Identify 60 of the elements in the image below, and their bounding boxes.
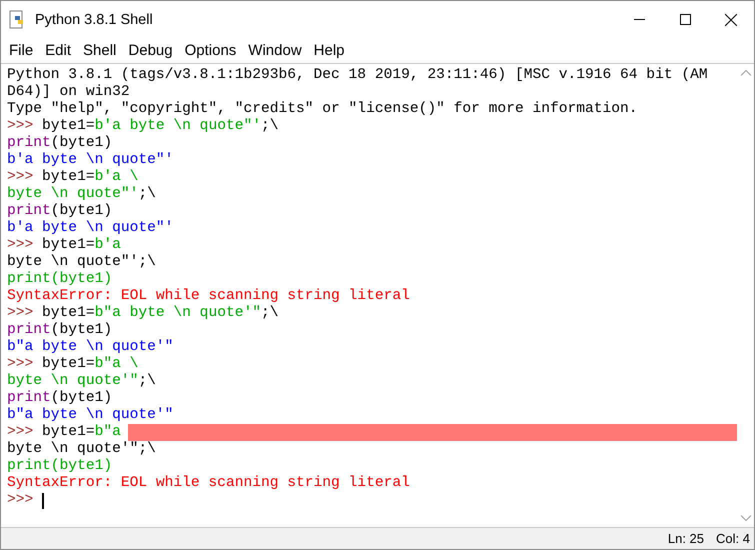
code-text: ;\	[138, 186, 156, 203]
code-text: byte1=	[41, 356, 95, 373]
prompt: >>>	[7, 237, 34, 254]
output-text: b'a byte \n quote"'	[7, 220, 174, 237]
menu-item[interactable]: File	[3, 38, 40, 62]
code-text: (byte1)	[50, 322, 112, 339]
builtin-name: print	[7, 322, 51, 339]
close-icon	[725, 14, 737, 26]
prompt: >>>	[7, 492, 34, 509]
prompt: >>>	[7, 424, 34, 441]
error-message: SyntaxError: EOL while scanning string literal	[7, 288, 410, 305]
console-text: Python 3.8.1 (tags/v3.8.1:1b293b6, Dec 18 2019, 23:11:46) [MSC v.1916 64 bit (AM	[7, 67, 708, 84]
menu-item[interactable]: Options	[178, 38, 242, 62]
code-text: byte1=	[41, 118, 95, 135]
code-text: byte \n quote"';\	[7, 254, 156, 271]
menu-item[interactable]: Edit	[39, 38, 78, 62]
menu-item[interactable]: Debug	[122, 38, 179, 62]
string-literal: b'a byte \n quote"'	[94, 118, 261, 135]
menu-item[interactable]: Help	[308, 38, 351, 62]
builtin-name: print	[7, 390, 51, 407]
string-literal: b'a	[94, 237, 121, 254]
window-title: Python 3.8.1 Shell	[35, 12, 154, 28]
code-text: (byte1)	[50, 203, 112, 220]
code-text: ;\	[138, 373, 156, 390]
scroll-down-icon[interactable]	[740, 515, 750, 521]
string-literal: b"a \	[94, 356, 138, 373]
code-text: byte1=	[41, 424, 95, 441]
string-literal: print(byte1)	[7, 458, 112, 475]
prompt: >>>	[7, 169, 34, 186]
string-literal: b'a \	[94, 169, 138, 186]
column-number: Col: 4	[716, 531, 750, 546]
output-text: b'a byte \n quote"'	[7, 152, 174, 169]
code-text: ;\	[261, 305, 279, 322]
code-text: byte1=	[41, 237, 95, 254]
scroll-up-icon[interactable]	[740, 70, 750, 76]
code-text: byte1=	[41, 305, 95, 322]
code-text: ;\	[261, 118, 279, 135]
output-text: b"a byte \n quote'"	[7, 339, 174, 356]
code-text: (byte1)	[50, 390, 112, 407]
menu-item[interactable]: Shell	[77, 38, 122, 62]
string-literal: b"a byte \n quote'"	[94, 305, 261, 322]
code-text: byte \n quote'";\	[7, 441, 156, 458]
prompt: >>>	[7, 305, 34, 322]
maximize-icon	[680, 14, 690, 25]
prompt: >>>	[7, 356, 34, 373]
console-text: Type "help", "copyright", "credits" or "license()" for more information.	[7, 101, 638, 118]
string-literal: byte \n quote"'	[7, 186, 138, 203]
error-message: SyntaxError: EOL while scanning string literal	[7, 475, 410, 492]
code-text: (byte1)	[50, 135, 112, 152]
string-literal: print(byte1)	[7, 271, 112, 288]
line-number: Ln: 25	[668, 531, 704, 546]
builtin-name: print	[7, 203, 51, 220]
menu-item[interactable]: Window	[242, 38, 308, 62]
console-text: D64)] on win32	[7, 84, 130, 101]
output-text: b"a byte \n quote'"	[7, 407, 174, 424]
prompt: >>>	[7, 118, 34, 135]
builtin-name: print	[7, 135, 51, 152]
string-literal: b"a	[94, 424, 121, 441]
string-literal: byte \n quote'"	[7, 373, 138, 390]
code-text: byte1=	[41, 169, 95, 186]
